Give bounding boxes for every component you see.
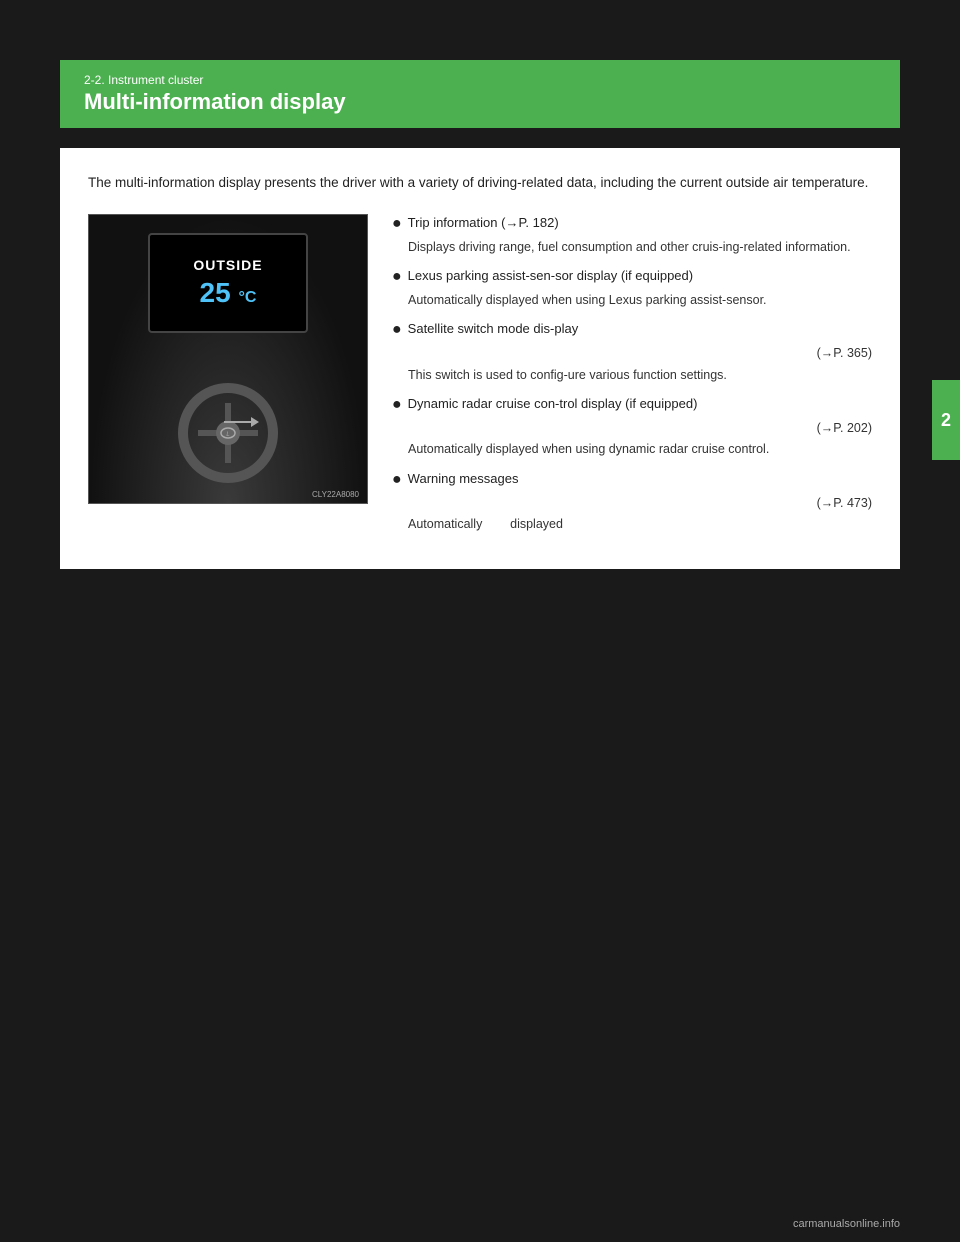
intro-text: The multi-information display presents t… — [88, 172, 872, 194]
bullet-header-warning: ● Warning messages — [392, 470, 872, 492]
bullet-desc-satellite: This switch is used to config-ure variou… — [392, 366, 872, 385]
bullet-dot-radar: ● — [392, 393, 402, 417]
image-caption: CLY22A8080 — [312, 490, 359, 499]
bullet-item-satellite: ● Satellite switch mode dis-play (→P. 36… — [392, 320, 872, 385]
bullet-item-parking: ● Lexus parking assist-sen-sor display (… — [392, 267, 872, 310]
bullet-item-trip: ● Trip information (→P. 182) Displays dr… — [392, 214, 872, 257]
wheel-center: L — [216, 421, 240, 445]
bullet-header-trip: ● Trip information (→P. 182) — [392, 214, 872, 236]
header-subtitle: 2-2. Instrument cluster — [84, 73, 900, 87]
bullet-header-parking: ● Lexus parking assist-sen-sor display (… — [392, 267, 872, 289]
bullet-desc-parking: Automatically displayed when using Lexus… — [392, 291, 872, 310]
bullet-desc-satellite-ref: (→P. 365) — [392, 344, 872, 363]
bullet-title-satellite: Satellite switch mode dis-play — [408, 320, 579, 338]
bullet-header-satellite: ● Satellite switch mode dis-play — [392, 320, 872, 342]
bullet-dot-trip: ● — [392, 212, 402, 236]
content-box: The multi-information display presents t… — [60, 148, 900, 569]
header-title: Multi-information display — [84, 89, 900, 115]
bullet-desc-warning: Automatically displayed — [392, 515, 872, 534]
bullet-header-radar: ● Dynamic radar cruise con-trol display … — [392, 395, 872, 417]
bullet-title-trip: Trip information (→P. 182) — [408, 214, 559, 232]
bullet-item-warning: ● Warning messages (→P. 473) Automatical… — [392, 470, 872, 535]
bullet-desc-trip: Displays driving range, fuel consumption… — [392, 238, 872, 257]
bullet-item-radar: ● Dynamic radar cruise con-trol display … — [392, 395, 872, 460]
arrow-pointer — [224, 421, 254, 423]
bullet-dot-warning: ● — [392, 468, 402, 492]
bullet-dot-parking: ● — [392, 265, 402, 289]
screen-temperature: 25 °C — [200, 277, 257, 309]
bullet-title-warning: Warning messages — [408, 470, 519, 488]
watermark: carmanualsonline.info — [793, 1218, 900, 1230]
header-bar: 2-2. Instrument cluster Multi-informatio… — [60, 60, 900, 128]
steering-wheel: L — [178, 383, 278, 483]
bullet-title-parking: Lexus parking assist-sen-sor display (if… — [408, 267, 693, 285]
bullet-dot-satellite: ● — [392, 318, 402, 342]
screen-outside-label: OUTSIDE — [193, 257, 262, 273]
dashboard-bg: OUTSIDE 25 °C L — [89, 215, 367, 503]
chapter-tab: 2 — [932, 380, 960, 460]
bullet-title-radar: Dynamic radar cruise con-trol display (i… — [408, 395, 698, 413]
bullet-desc-radar-ref: (→P. 202) — [392, 419, 872, 438]
lexus-logo-icon: L — [220, 427, 236, 439]
main-content: OUTSIDE 25 °C L — [88, 214, 872, 545]
outside-display-screen: OUTSIDE 25 °C — [148, 233, 308, 333]
bullet-list: ● Trip information (→P. 182) Displays dr… — [392, 214, 872, 545]
bullet-desc-radar: Automatically displayed when using dynam… — [392, 440, 872, 459]
wheel-outer: L — [178, 383, 278, 483]
svg-text:L: L — [226, 432, 229, 438]
car-image: OUTSIDE 25 °C L — [88, 214, 368, 504]
chapter-number: 2 — [941, 410, 951, 431]
bullet-desc-warning-ref: (→P. 473) — [392, 494, 872, 513]
